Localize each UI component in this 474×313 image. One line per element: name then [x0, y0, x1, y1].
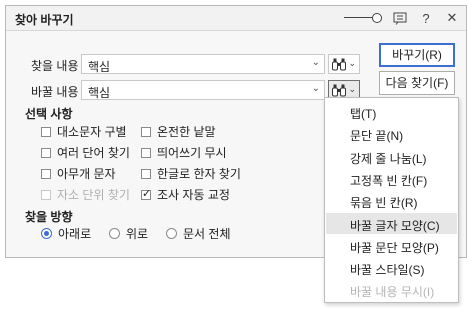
help-icon[interactable]: ?: [417, 9, 435, 27]
menu-item[interactable]: 묶음 빈 칸(R): [326, 190, 457, 211]
find-special-button[interactable]: ⌄: [328, 54, 360, 74]
option-checkbox[interactable]: 아무개 문자: [41, 165, 116, 182]
menu-item[interactable]: 강제 줄 나눔(L): [326, 146, 457, 167]
replace-label: 바꿀 내용: [31, 85, 79, 99]
chevron-down-icon[interactable]: ⌄: [312, 83, 320, 94]
checkbox[interactable]: [141, 126, 151, 137]
settings-icon[interactable]: [391, 9, 409, 27]
option-checkbox[interactable]: 한글로 한자 찾기: [141, 165, 241, 182]
checkbox: [41, 189, 51, 200]
menu-item-label: 바꿀 스타일(S): [350, 263, 425, 278]
checkbox-checked[interactable]: ✓: [141, 187, 152, 200]
find-value: 핵심: [88, 60, 111, 74]
menu-item-label: 고정폭 빈 칸(F): [350, 173, 428, 188]
menu-item-label: 바꿀 문단 모양(P): [350, 240, 439, 255]
menu-item[interactable]: 문단 끝(N): [326, 123, 457, 144]
transparency-slider-knob[interactable]: [372, 13, 382, 23]
direction-title: 찾을 방향: [25, 210, 73, 224]
menu-item-label: 바꿀 내용 무시(I): [350, 285, 435, 300]
option-label: 아무개 문자: [57, 167, 116, 181]
menu-item-label: 탭(T): [350, 107, 377, 121]
special-character-menu: 탭(T) 문단 끝(N) 강제 줄 나눔(L) 고정폭 빈 칸(F) 묶음 빈 칸(R)…: [324, 97, 459, 303]
option-label: 한글로 한자 찾기: [157, 167, 241, 181]
direction-radio[interactable]: 문서 전체: [166, 225, 231, 242]
replace-value: 핵심: [88, 86, 111, 100]
binoculars-icon: [332, 58, 346, 71]
checkbox[interactable]: [141, 168, 151, 179]
menu-item-label: 문단 끝(N): [350, 129, 404, 144]
checkbox[interactable]: [41, 147, 51, 158]
radio-dot[interactable]: [166, 228, 177, 239]
check-icon: ✓: [142, 187, 152, 200]
option-label: 온전한 낱말: [157, 125, 216, 139]
direction-label: 위로: [126, 227, 149, 241]
find-input[interactable]: 핵심 ⌄: [81, 54, 325, 74]
option-label: 조사 자동 교정: [157, 188, 230, 202]
option-checkbox[interactable]: 여러 단어 찾기: [41, 144, 130, 161]
replace-button[interactable]: 바꾸기(R): [379, 43, 455, 67]
binoculars-icon: [332, 84, 346, 97]
direction-label: 문서 전체: [183, 227, 231, 241]
option-label: 띄어쓰기 무시: [157, 146, 227, 160]
menu-item-label: 묶음 빈 칸(R): [350, 196, 418, 211]
title-bar: 찾아 바꾸기 ? ✕: [6, 6, 466, 30]
find-label: 찾을 내용: [31, 59, 79, 73]
option-checkbox[interactable]: 띄어쓰기 무시: [141, 144, 227, 161]
menu-item-label: 바꿀 글자 모양(C): [350, 218, 440, 233]
option-checkbox: 자소 단위 찾기: [41, 186, 130, 203]
menu-item[interactable]: 바꿀 스타일(S): [326, 257, 457, 278]
menu-item[interactable]: 탭(T): [326, 101, 457, 122]
option-label: 대소문자 구별: [57, 125, 127, 139]
direction-radio[interactable]: 위로: [109, 225, 148, 242]
find-next-button[interactable]: 다음 찾기(F): [379, 71, 455, 95]
option-checkbox[interactable]: ✓ 조사 자동 교정: [141, 186, 230, 203]
checkbox[interactable]: [141, 147, 151, 158]
options-title: 선택 사항: [25, 107, 73, 121]
direction-radio[interactable]: 아래로: [41, 225, 91, 242]
dialog-title: 찾아 바꾸기: [15, 13, 74, 27]
checkbox[interactable]: [41, 168, 51, 179]
close-icon[interactable]: ✕: [443, 9, 461, 27]
radio-dot[interactable]: [109, 228, 120, 239]
chevron-down-icon: ⌄: [348, 58, 356, 68]
option-label: 자소 단위 찾기: [57, 188, 130, 202]
menu-item-label: 강제 줄 나눔(L): [350, 151, 427, 166]
chevron-down-icon[interactable]: ⌄: [312, 57, 320, 68]
chevron-down-icon: ⌄: [348, 84, 356, 94]
option-checkbox[interactable]: 대소문자 구별: [41, 123, 127, 140]
menu-item[interactable]: 바꿀 문단 모양(P): [326, 235, 457, 256]
option-checkbox[interactable]: 온전한 낱말: [141, 123, 216, 140]
replace-input[interactable]: 핵심 ⌄: [81, 80, 325, 100]
menu-item[interactable]: 바꿀 글자 모양(C): [326, 212, 457, 234]
title-divider: [6, 30, 466, 31]
option-label: 여러 단어 찾기: [57, 146, 130, 160]
direction-label: 아래로: [58, 227, 92, 241]
menu-item[interactable]: 고정폭 빈 칸(F): [326, 168, 457, 189]
radio-dot[interactable]: [41, 228, 52, 239]
menu-item: 바꿀 내용 무시(I): [326, 279, 457, 300]
checkbox[interactable]: [41, 126, 51, 137]
